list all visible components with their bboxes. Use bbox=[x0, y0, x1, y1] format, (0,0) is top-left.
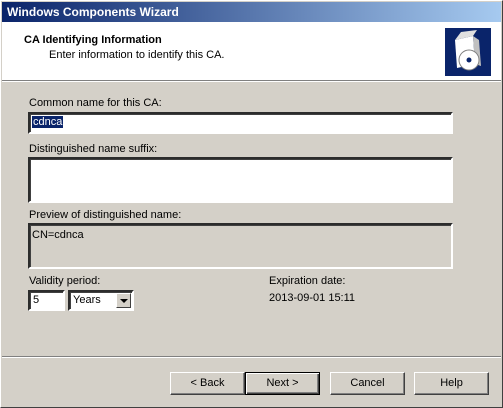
cancel-button-label: Cancel bbox=[350, 377, 385, 389]
cd-box-icon bbox=[445, 28, 491, 76]
validity-unit-select[interactable]: Years bbox=[68, 290, 134, 311]
header-separator bbox=[2, 80, 501, 82]
header-subtitle: Enter information to identify this CA. bbox=[49, 49, 225, 61]
back-button[interactable]: < Back bbox=[170, 372, 245, 395]
expiration-value: 2013-09-01 15:11 bbox=[269, 292, 356, 304]
help-button-label: Help bbox=[440, 377, 463, 389]
next-button[interactable]: Next > bbox=[245, 372, 320, 395]
validity-value: 5 bbox=[33, 294, 40, 306]
validity-label: Validity period: bbox=[29, 275, 101, 287]
header-title: CA Identifying Information bbox=[24, 34, 162, 46]
chevron-down-icon[interactable] bbox=[116, 293, 131, 308]
next-button-label: Next > bbox=[266, 377, 299, 389]
validity-unit-value: Years bbox=[73, 294, 101, 306]
common-name-label: Common name for this CA: bbox=[29, 97, 162, 109]
expiration-label: Expiration date: bbox=[269, 275, 346, 287]
wizard-window: Windows Components Wizard CA Identifying… bbox=[0, 0, 503, 408]
common-name-input[interactable]: cdnca bbox=[28, 112, 453, 134]
preview-field: CN=cdnca bbox=[28, 223, 453, 269]
title-bar[interactable]: Windows Components Wizard bbox=[2, 2, 501, 22]
window-title: Windows Components Wizard bbox=[7, 5, 179, 19]
footer-separator bbox=[2, 356, 501, 358]
back-button-label: < Back bbox=[190, 377, 225, 389]
preview-label: Preview of distinguished name: bbox=[29, 209, 182, 221]
preview-value: CN=cdnca bbox=[32, 229, 84, 241]
wizard-header: CA Identifying Information Enter informa… bbox=[2, 22, 501, 80]
cancel-button[interactable]: Cancel bbox=[330, 372, 405, 395]
dn-suffix-label: Distinguished name suffix: bbox=[29, 143, 158, 155]
validity-input[interactable]: 5 bbox=[28, 290, 65, 311]
dn-suffix-input[interactable] bbox=[28, 157, 453, 203]
help-button[interactable]: Help bbox=[414, 372, 489, 395]
common-name-value: cdnca bbox=[32, 116, 64, 128]
